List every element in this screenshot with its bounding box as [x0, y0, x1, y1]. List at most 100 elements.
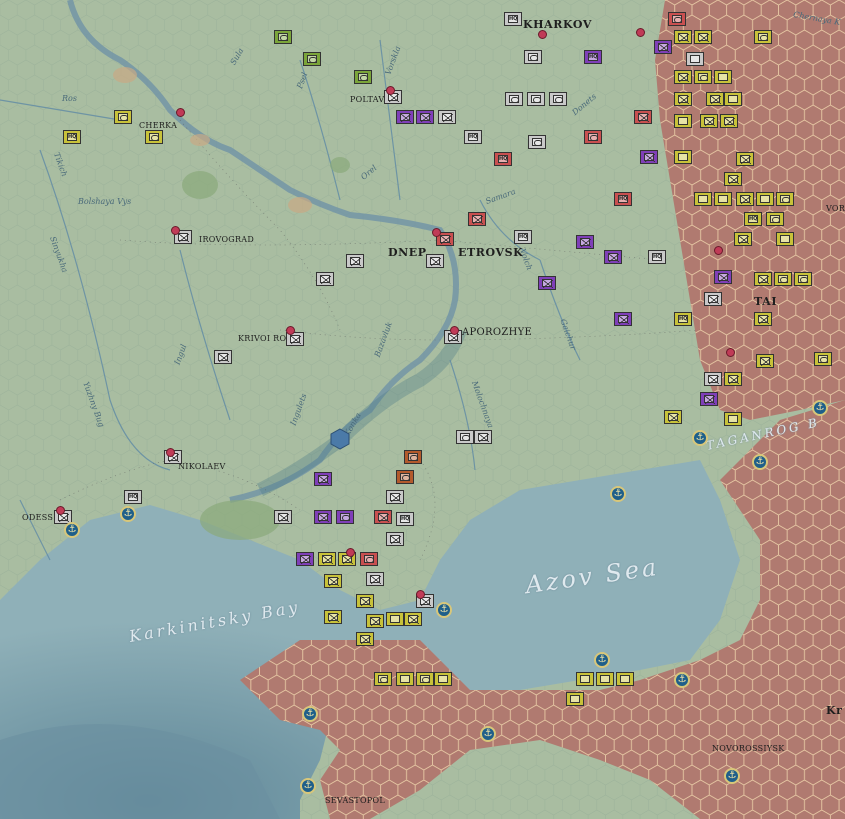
axis-unit-purple[interactable]: [314, 472, 332, 486]
axis-unit-grey[interactable]: [686, 52, 704, 66]
axis-unit-grey[interactable]: [648, 250, 666, 264]
axis-unit-grey[interactable]: [514, 230, 532, 244]
axis-unit-grey[interactable]: [438, 110, 456, 124]
axis-unit-yellow[interactable]: [754, 312, 772, 326]
axis-unit-orange[interactable]: [396, 470, 414, 484]
axis-unit-red[interactable]: [360, 552, 378, 566]
objective-marker[interactable]: [636, 28, 645, 37]
axis-unit-yellow[interactable]: [396, 672, 414, 686]
axis-unit-grey[interactable]: [528, 135, 546, 149]
axis-unit-yellow[interactable]: [774, 272, 792, 286]
axis-unit-grey[interactable]: [456, 430, 474, 444]
port-anchor-icon[interactable]: ⚓: [752, 454, 768, 470]
axis-unit-yellow[interactable]: [416, 672, 434, 686]
port-anchor-icon[interactable]: ⚓: [674, 672, 690, 688]
port-anchor-icon[interactable]: ⚓: [724, 768, 740, 784]
axis-unit-yellow[interactable]: [674, 30, 692, 44]
axis-unit-yellow[interactable]: [356, 594, 374, 608]
axis-unit-yellow[interactable]: [724, 372, 742, 386]
axis-unit-yellow[interactable]: [724, 412, 742, 426]
axis-unit-yellow[interactable]: [794, 272, 812, 286]
axis-unit-grey[interactable]: [549, 92, 567, 106]
axis-unit-yellow[interactable]: [596, 672, 614, 686]
axis-unit-grey[interactable]: [214, 350, 232, 364]
axis-unit-purple[interactable]: [714, 270, 732, 284]
axis-unit-grey[interactable]: [386, 532, 404, 546]
strategic-map[interactable]: Azov Sea Karkinitsky Bay KHARKOV POLTAVA…: [0, 0, 845, 819]
axis-unit-yellow[interactable]: [720, 114, 738, 128]
port-anchor-icon[interactable]: ⚓: [436, 602, 452, 618]
axis-unit-yellow[interactable]: [756, 192, 774, 206]
axis-unit-grey[interactable]: [366, 572, 384, 586]
axis-unit-purple[interactable]: [576, 235, 594, 249]
objective-marker[interactable]: [166, 448, 175, 457]
axis-unit-yellow[interactable]: [386, 612, 404, 626]
port-anchor-icon[interactable]: ⚓: [812, 400, 828, 416]
selected-hex-marker[interactable]: [330, 428, 350, 450]
axis-unit-yellow[interactable]: [145, 130, 163, 144]
axis-unit-yellow[interactable]: [814, 352, 832, 366]
axis-unit-purple[interactable]: [654, 40, 672, 54]
axis-unit-yellow[interactable]: [674, 312, 692, 326]
axis-unit-yellow[interactable]: [404, 612, 422, 626]
axis-unit-red[interactable]: [634, 110, 652, 124]
objective-marker[interactable]: [386, 86, 395, 95]
axis-unit-yellow[interactable]: [694, 30, 712, 44]
axis-unit-yellow[interactable]: [324, 574, 342, 588]
axis-unit-grey[interactable]: [346, 254, 364, 268]
axis-unit-yellow[interactable]: [664, 410, 682, 424]
axis-unit-grey[interactable]: [505, 92, 523, 106]
axis-unit-grey[interactable]: [704, 372, 722, 386]
objective-marker[interactable]: [726, 348, 735, 357]
objective-marker[interactable]: [538, 30, 547, 39]
axis-unit-yellow[interactable]: [616, 672, 634, 686]
axis-unit-grey[interactable]: [527, 92, 545, 106]
axis-unit-yellow[interactable]: [706, 92, 724, 106]
axis-unit-grey[interactable]: [316, 272, 334, 286]
axis-unit-purple[interactable]: [604, 250, 622, 264]
objective-marker[interactable]: [56, 506, 65, 515]
objective-marker[interactable]: [171, 226, 180, 235]
axis-unit-yellow[interactable]: [754, 30, 772, 44]
axis-unit-grey[interactable]: [124, 490, 142, 504]
axis-unit-yellow[interactable]: [734, 232, 752, 246]
soviet-unit[interactable]: [303, 52, 321, 66]
axis-unit-yellow[interactable]: [434, 672, 452, 686]
axis-unit-red[interactable]: [374, 510, 392, 524]
axis-unit-red[interactable]: [668, 12, 686, 26]
axis-unit-purple[interactable]: [314, 510, 332, 524]
axis-unit-purple[interactable]: [700, 392, 718, 406]
axis-unit-yellow[interactable]: [694, 70, 712, 84]
objective-marker[interactable]: [714, 246, 723, 255]
axis-unit-purple[interactable]: [396, 110, 414, 124]
axis-unit-yellow[interactable]: [744, 212, 762, 226]
axis-unit-grey[interactable]: [504, 12, 522, 26]
axis-unit-yellow[interactable]: [318, 552, 336, 566]
axis-unit-purple[interactable]: [640, 150, 658, 164]
axis-unit-yellow[interactable]: [736, 152, 754, 166]
axis-unit-purple[interactable]: [538, 276, 556, 290]
axis-unit-grey[interactable]: [524, 50, 542, 64]
port-anchor-icon[interactable]: ⚓: [120, 506, 136, 522]
axis-unit-yellow[interactable]: [366, 614, 384, 628]
port-anchor-icon[interactable]: ⚓: [64, 522, 80, 538]
axis-unit-purple[interactable]: [614, 312, 632, 326]
axis-unit-yellow[interactable]: [754, 272, 772, 286]
port-anchor-icon[interactable]: ⚓: [692, 430, 708, 446]
axis-unit-yellow[interactable]: [724, 172, 742, 186]
axis-unit-yellow[interactable]: [714, 192, 732, 206]
axis-unit-red[interactable]: [468, 212, 486, 226]
objective-marker[interactable]: [286, 326, 295, 335]
axis-unit-yellow[interactable]: [576, 672, 594, 686]
axis-unit-red[interactable]: [494, 152, 512, 166]
port-anchor-icon[interactable]: ⚓: [594, 652, 610, 668]
axis-unit-yellow[interactable]: [776, 192, 794, 206]
axis-unit-yellow[interactable]: [674, 70, 692, 84]
objective-marker[interactable]: [450, 326, 459, 335]
port-anchor-icon[interactable]: ⚓: [300, 778, 316, 794]
objective-marker[interactable]: [416, 590, 425, 599]
soviet-unit[interactable]: [274, 30, 292, 44]
axis-unit-yellow[interactable]: [714, 70, 732, 84]
axis-unit-grey[interactable]: [426, 254, 444, 268]
axis-unit-grey[interactable]: [704, 292, 722, 306]
